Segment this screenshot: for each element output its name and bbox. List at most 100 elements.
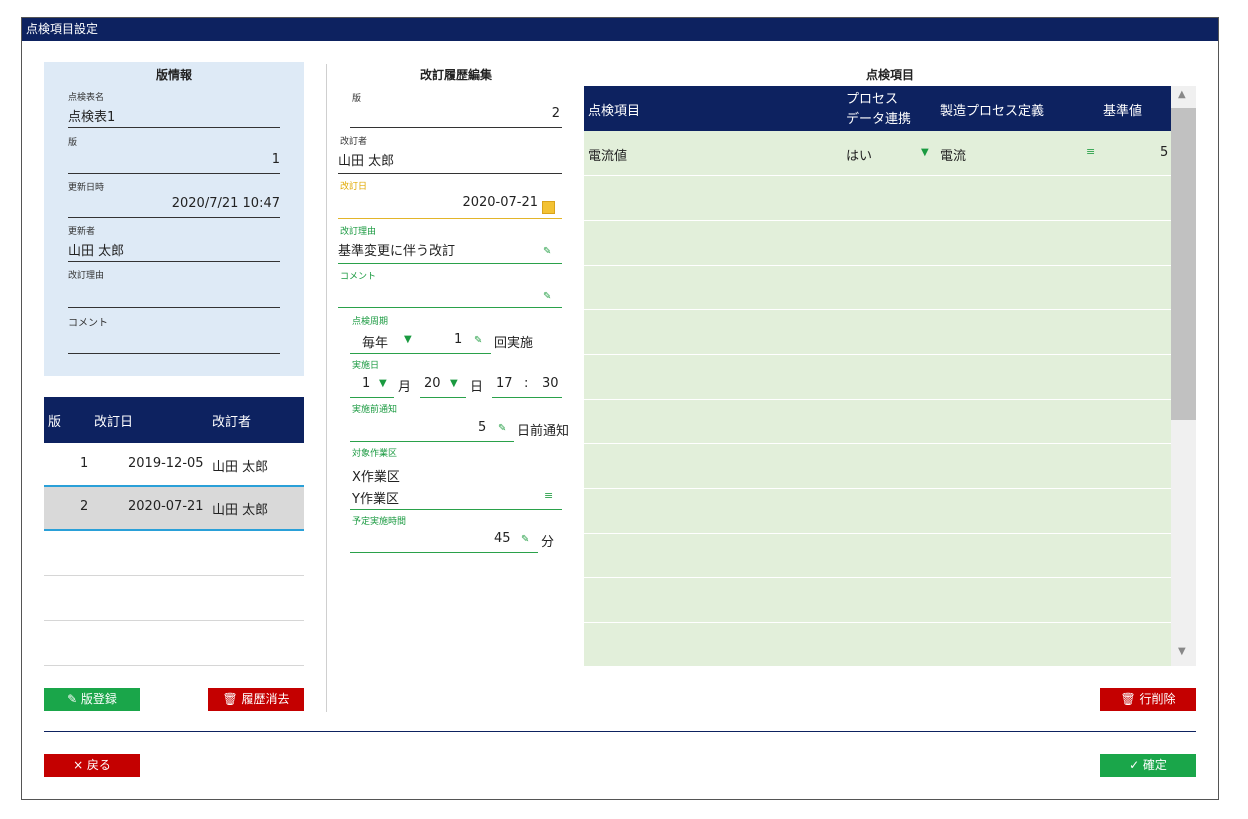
cycle-unit-value: 毎年 xyxy=(362,336,389,351)
cycle-select[interactable]: 毎年 ▼ 1 ✎ xyxy=(350,330,491,354)
edit-version-field[interactable]: 2 xyxy=(350,106,562,128)
comment-label: コメント xyxy=(68,318,108,329)
pencil-icon[interactable]: ✎ xyxy=(543,246,551,257)
pencil-icon[interactable]: ✎ xyxy=(474,335,482,346)
comment-value xyxy=(68,334,280,354)
grid-line xyxy=(584,577,1171,578)
back-button[interactable]: × 戻る xyxy=(44,754,140,777)
cycle-label: 点検周期 xyxy=(352,317,389,327)
edit-version-value: 2 xyxy=(551,106,560,121)
row-author: 山田 太郎 xyxy=(212,460,269,475)
row-date: 2019-12-05 xyxy=(128,456,204,471)
pencil-icon[interactable]: ✎ xyxy=(543,291,551,302)
exec-date-label: 実施日 xyxy=(352,361,380,371)
grid-line xyxy=(584,622,1171,623)
updated-at-label: 更新日時 xyxy=(68,183,105,193)
row-version: 1 xyxy=(80,456,89,471)
version-label: 版 xyxy=(68,138,78,148)
revision-table-header: 版 改訂日 改訂者 xyxy=(44,397,304,443)
col-process-2: データ連携 xyxy=(846,112,912,127)
grid-line xyxy=(584,443,1171,444)
register-version-button[interactable]: ✎ 版登録 xyxy=(44,688,140,711)
chevron-down-icon[interactable]: ▼ xyxy=(921,147,929,158)
standard-value: 5 xyxy=(1160,145,1169,160)
revise-reason-field[interactable]: 基準変更に伴う改訂 xyxy=(338,240,562,264)
revision-row-selected[interactable]: 2 2020-07-21 山田 太郎 xyxy=(44,485,304,531)
edit-title: 改訂履歴編集 xyxy=(419,68,492,82)
item-name: 電流値 xyxy=(588,149,628,164)
reason-value xyxy=(68,288,280,308)
chevron-down-icon[interactable]: ▼ xyxy=(450,378,458,389)
scroll-down-icon[interactable]: ▼ xyxy=(1178,646,1186,657)
cycle-count-value: 1 xyxy=(454,332,463,347)
updated-at-text: 2020/7/21 10:47 xyxy=(171,196,280,211)
sheet-name-text: 点検表1 xyxy=(68,110,116,125)
grid-line xyxy=(584,488,1171,489)
row-author: 山田 太郎 xyxy=(212,503,269,518)
calendar-icon[interactable] xyxy=(542,201,555,214)
cycle-suffix: 回実施 xyxy=(494,336,534,351)
reviser-label: 改訂者 xyxy=(340,137,368,147)
col-date: 改訂日 xyxy=(94,415,134,430)
exec-month-select[interactable]: 1 ▼ xyxy=(350,374,394,398)
revision-row-empty xyxy=(44,577,304,621)
sheet-name-value: 点検表1 xyxy=(68,106,280,128)
pencil-icon[interactable]: ✎ xyxy=(521,534,529,545)
col-version: 版 xyxy=(48,415,62,430)
updated-by-value: 山田 太郎 xyxy=(68,240,280,262)
exec-day-select[interactable]: 20 ▼ xyxy=(420,374,466,398)
exec-month-value: 1 xyxy=(362,376,371,391)
sheet-name-label: 点検表名 xyxy=(68,93,105,103)
notice-days-value: 5 xyxy=(478,420,487,435)
grid-line xyxy=(584,309,1171,310)
chevron-down-icon[interactable]: ▼ xyxy=(379,378,387,389)
day-suffix: 日 xyxy=(470,380,484,395)
pencil-icon[interactable]: ✎ xyxy=(498,423,506,434)
grid-line xyxy=(584,399,1171,400)
edit-comment-field[interactable] xyxy=(338,286,562,308)
footer-divider xyxy=(44,731,1196,732)
revision-row[interactable]: 1 2019-12-05 山田 太郎 xyxy=(44,443,304,487)
notice-field[interactable]: 5 ✎ xyxy=(350,418,514,442)
grid-line xyxy=(584,265,1171,266)
time-separator: : xyxy=(524,376,529,391)
vertical-divider xyxy=(326,64,327,712)
exec-day-value: 20 xyxy=(424,376,441,391)
items-grid-header: 点検項目 プロセス データ連携 製造プロセス定義 基準値 xyxy=(584,86,1171,131)
grid-line xyxy=(584,533,1171,534)
delete-history-button[interactable]: 🗑 履歴消去 xyxy=(208,688,304,711)
reason-label: 改訂理由 xyxy=(68,271,105,281)
scroll-up-icon[interactable]: ▲ xyxy=(1178,89,1186,100)
col-process-def: 製造プロセス定義 xyxy=(940,104,1045,119)
exec-hour-value: 17 xyxy=(496,376,513,391)
chevron-down-icon[interactable]: ▼ xyxy=(404,334,412,345)
notice-suffix: 日前通知 xyxy=(517,424,570,439)
version-info-panel: 版情報 点検表名 点検表1 版 1 更新日時 2020/7/21 10:47 更… xyxy=(44,62,304,376)
revision-row-empty xyxy=(44,622,304,666)
process-link-value: はい xyxy=(846,149,873,164)
scrollbar-thumb[interactable] xyxy=(1171,108,1196,420)
duration-value: 45 xyxy=(494,531,511,546)
notice-label: 実施前通知 xyxy=(352,405,398,415)
list-icon[interactable]: ≡ xyxy=(1086,145,1095,158)
confirm-button[interactable]: ✓ 確定 xyxy=(1100,754,1196,777)
grid-line xyxy=(584,175,1171,176)
version-value: 1 xyxy=(68,152,280,174)
items-grid-body: 電流値 はい ▼ 電流 ≡ 5 xyxy=(584,131,1171,666)
updated-by-label: 更新者 xyxy=(68,227,96,237)
reviser-field[interactable]: 山田 太郎 xyxy=(338,150,562,174)
grid-line xyxy=(584,354,1171,355)
grid-line xyxy=(584,220,1171,221)
revise-date-field[interactable]: 2020-07-21 xyxy=(338,195,562,219)
version-text: 1 xyxy=(271,152,280,167)
exec-time-field[interactable]: 17 : 30 xyxy=(492,374,562,398)
reviser-value: 山田 太郎 xyxy=(338,154,395,169)
target-area-field[interactable]: X作業区 Y作業区 ≡ xyxy=(350,462,562,510)
target-area-1: X作業区 xyxy=(352,470,400,485)
exec-minute-value: 30 xyxy=(542,376,559,391)
delete-row-button[interactable]: 🗑 行削除 xyxy=(1100,688,1196,711)
version-info-title: 版情報 xyxy=(155,68,192,82)
items-row[interactable]: 電流値 はい ▼ 電流 ≡ 5 xyxy=(584,131,1171,175)
list-icon[interactable]: ≡ xyxy=(544,489,553,502)
duration-field[interactable]: 45 ✎ xyxy=(350,529,538,553)
